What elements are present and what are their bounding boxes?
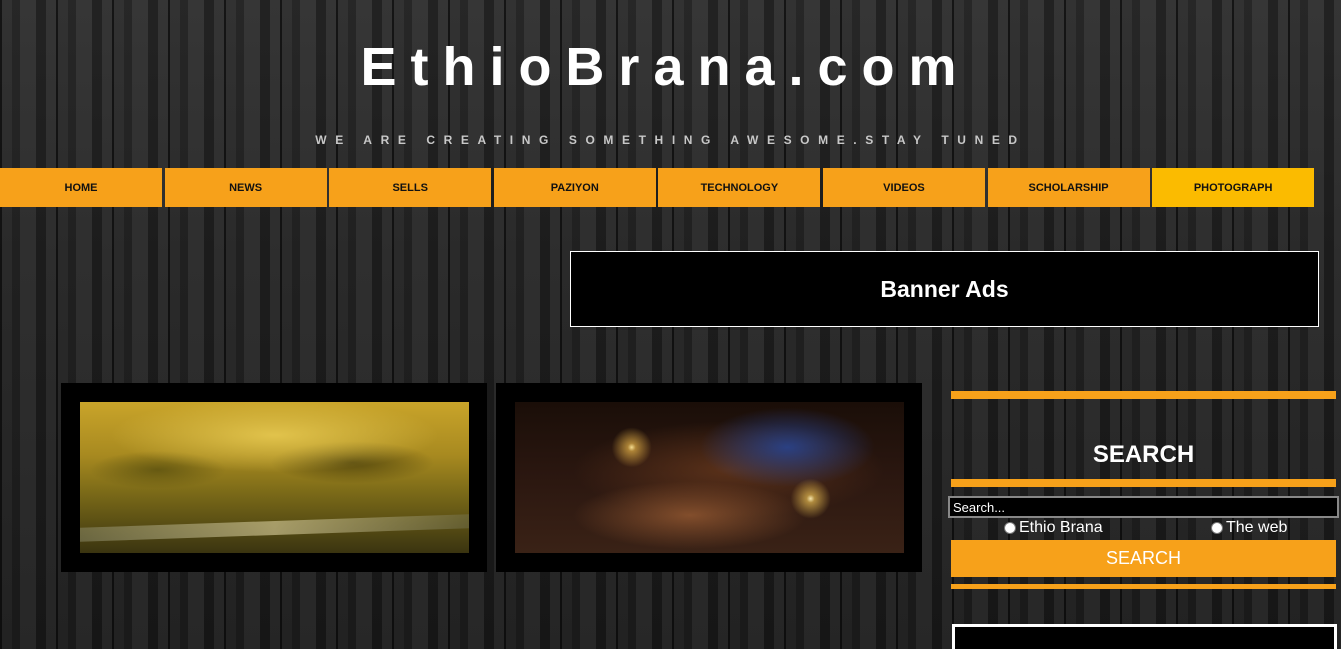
- sidebar-divider: [951, 479, 1336, 487]
- nav-item-photograph[interactable]: PHOTOGRAPH: [1152, 168, 1315, 207]
- radio-label: The web: [1226, 519, 1288, 536]
- nav-item-news[interactable]: NEWS: [164, 168, 327, 207]
- candlelight-image[interactable]: [515, 402, 904, 553]
- sidebar-divider: [951, 391, 1336, 399]
- main-nav: HOME NEWS SELLS PAZIYON TECHNOLOGY VIDEO…: [0, 168, 1317, 207]
- nav-item-scholarship[interactable]: SCHOLARSHIP: [987, 168, 1150, 207]
- nav-item-sells[interactable]: SELLS: [329, 168, 492, 207]
- sidebar-divider: [951, 584, 1336, 589]
- search-heading: SEARCH: [1092, 441, 1195, 468]
- nav-item-technology[interactable]: TECHNOLOGY: [658, 168, 821, 207]
- site-title: EthioBrana.com: [360, 37, 971, 97]
- banner-ad-label: Banner Ads: [880, 275, 1009, 302]
- sidebar-widget-box: [952, 624, 1337, 649]
- search-input[interactable]: [948, 496, 1339, 518]
- road-detail: [80, 514, 469, 542]
- radio-option-the-web[interactable]: The web: [1211, 519, 1287, 537]
- radio-button[interactable]: [1004, 522, 1016, 534]
- nav-item-paziyon[interactable]: PAZIYON: [493, 168, 656, 207]
- banner-ad[interactable]: Banner Ads: [570, 251, 1319, 327]
- radio-button[interactable]: [1211, 522, 1223, 534]
- post-thumbnail-landscape[interactable]: [61, 383, 487, 572]
- nav-item-home[interactable]: HOME: [0, 168, 162, 207]
- landscape-image[interactable]: [80, 402, 469, 553]
- nav-item-videos[interactable]: VIDEOS: [822, 168, 985, 207]
- post-thumbnail-candles[interactable]: [496, 383, 922, 572]
- radio-label: Ethio Brana: [1019, 519, 1103, 536]
- radio-option-ethio-brana[interactable]: Ethio Brana: [1004, 519, 1103, 537]
- search-button[interactable]: SEARCH: [951, 540, 1336, 577]
- site-tagline: WE ARE CREATING SOMETHING AWESOME.STAY T…: [315, 133, 1026, 147]
